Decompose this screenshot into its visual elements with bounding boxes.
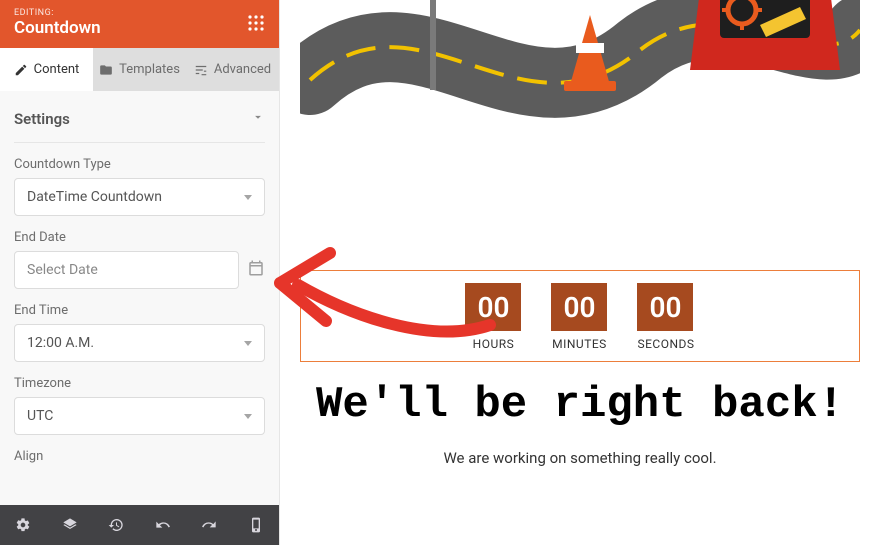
countdown-container: 00 HOURS 00 MINUTES 00 SECONDS <box>300 270 860 362</box>
tab-label: Templates <box>119 62 180 77</box>
countdown-seconds: 00 SECONDS <box>637 283 694 351</box>
tab-label: Advanced <box>214 62 271 77</box>
preview-area: 00 HOURS 00 MINUTES 00 SECONDS We'll be … <box>280 0 880 545</box>
redo-button[interactable] <box>186 505 233 545</box>
sidebar: EDITING: Countdown Content Templates Adv… <box>0 0 280 545</box>
drag-handle-icon[interactable] <box>247 14 265 32</box>
calendar-icon[interactable] <box>247 259 265 281</box>
countdown-type-select[interactable]: DateTime Countdown <box>14 178 265 216</box>
responsive-button[interactable] <box>233 505 280 545</box>
tab-templates[interactable]: Templates <box>93 48 186 91</box>
countdown-seconds-value: 00 <box>637 283 693 331</box>
mobile-icon <box>248 517 264 533</box>
settings-panel: Settings Countdown Type DateTime Countdo… <box>0 91 279 505</box>
select-value: 12:00 A.M. <box>27 335 94 351</box>
road-svg <box>300 0 860 170</box>
field-label: Align <box>14 449 265 464</box>
countdown-minutes-label: MINUTES <box>551 337 607 351</box>
field-label: End Time <box>14 303 265 318</box>
section-title: Settings <box>14 110 70 128</box>
undo-icon <box>155 517 171 533</box>
countdown-minutes: 00 MINUTES <box>551 283 607 351</box>
field-label: Timezone <box>14 376 265 391</box>
layers-icon <box>62 517 78 533</box>
end-date-input[interactable]: Select Date <box>14 251 239 289</box>
section-header-settings[interactable]: Settings <box>14 91 265 143</box>
settings-button[interactable] <box>0 505 47 545</box>
gear-icon <box>15 517 31 533</box>
countdown-minutes-value: 00 <box>551 283 607 331</box>
select-value: UTC <box>27 408 53 424</box>
field-label: End Date <box>14 230 265 245</box>
editing-label: EDITING: <box>14 8 101 18</box>
countdown-hours-label: HOURS <box>465 337 521 351</box>
countdown-hours: 00 HOURS <box>465 283 521 351</box>
coming-soon-subtext: We are working on something really cool. <box>300 449 860 467</box>
tab-content[interactable]: Content <box>0 48 93 91</box>
history-button[interactable] <box>93 505 140 545</box>
countdown-seconds-label: SECONDS <box>637 337 694 351</box>
field-align: Align <box>14 449 265 464</box>
field-end-time: End Time 12:00 A.M. <box>14 303 265 362</box>
tab-label: Content <box>34 62 80 77</box>
layers-button[interactable] <box>47 505 94 545</box>
field-end-date: End Date Select Date <box>14 230 265 289</box>
tab-advanced[interactable]: Advanced <box>186 48 279 91</box>
caret-down-icon <box>244 195 252 200</box>
bottom-toolbar <box>0 505 279 545</box>
coming-soon-heading: We'll be right back! <box>300 380 860 431</box>
countdown-hours-value: 00 <box>465 283 521 331</box>
sidebar-header: EDITING: Countdown <box>0 0 279 48</box>
tabs: Content Templates Advanced <box>0 48 279 91</box>
caret-down-icon <box>244 341 252 346</box>
caret-down-icon <box>244 414 252 419</box>
field-timezone: Timezone UTC <box>14 376 265 435</box>
chevron-down-icon <box>251 109 265 128</box>
sliders-icon <box>194 63 208 77</box>
history-icon <box>108 517 124 533</box>
undo-button[interactable] <box>140 505 187 545</box>
folder-icon <box>99 63 113 77</box>
pencil-icon <box>14 63 28 77</box>
select-value: DateTime Countdown <box>27 189 162 205</box>
field-label: Countdown Type <box>14 157 265 172</box>
widget-title: Countdown <box>14 18 101 38</box>
field-countdown-type: Countdown Type DateTime Countdown <box>14 157 265 216</box>
end-time-select[interactable]: 12:00 A.M. <box>14 324 265 362</box>
redo-icon <box>201 517 217 533</box>
timezone-select[interactable]: UTC <box>14 397 265 435</box>
hero-illustration <box>300 0 860 170</box>
